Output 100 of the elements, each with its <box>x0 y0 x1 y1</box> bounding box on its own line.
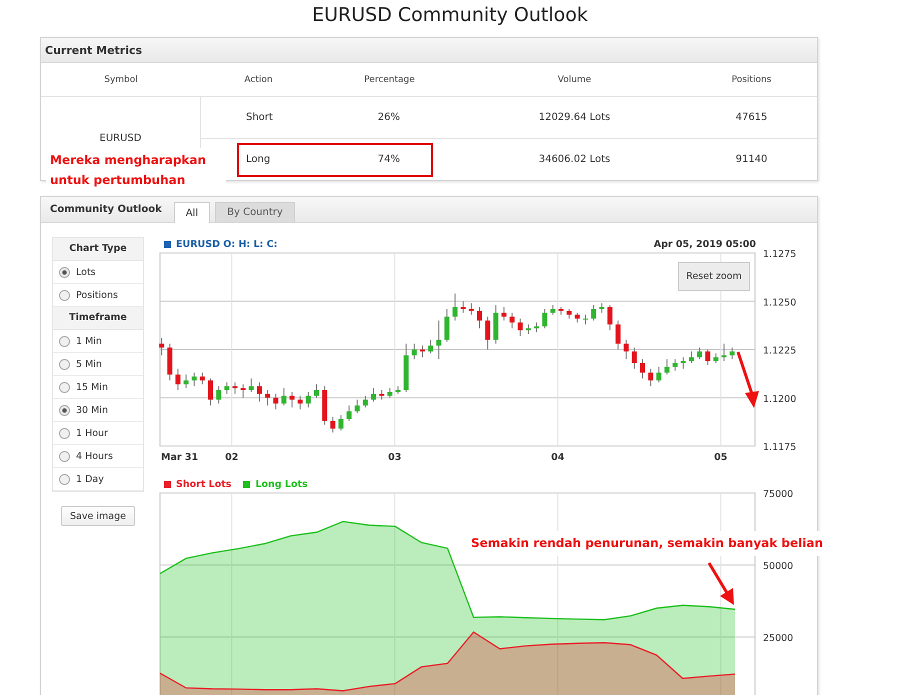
candlestick <box>510 312 515 329</box>
legend-label: EURUSD O: H: L: C: <box>176 238 278 250</box>
radio-option[interactable]: 1 Day <box>53 468 143 491</box>
axis-tick-label: 1.1225 <box>763 346 796 356</box>
candlestick <box>672 358 678 372</box>
symbol-cell: EURUSD <box>100 133 142 144</box>
radio-button[interactable] <box>59 450 70 462</box>
radio-button[interactable] <box>59 290 70 300</box>
radio-button[interactable] <box>59 358 70 370</box>
candlestick <box>632 347 637 370</box>
candlestick <box>290 391 295 408</box>
candlestick <box>444 308 450 342</box>
radio-button[interactable] <box>59 266 70 278</box>
radio-option[interactable]: 15 Min <box>53 376 143 399</box>
candlestick <box>184 374 189 389</box>
candlestick <box>688 350 694 364</box>
candlestick <box>224 382 230 394</box>
candlestick <box>273 393 278 410</box>
candlestick <box>387 388 392 398</box>
page-title: EURUSD Community Outlook <box>311 3 589 28</box>
radio-option[interactable]: 1 Hour <box>53 422 143 445</box>
candlestick <box>607 304 612 331</box>
candlestick <box>697 347 702 360</box>
candlestick <box>200 372 205 385</box>
percentage-cell-text: 26% <box>378 112 401 123</box>
candlestick <box>591 304 596 322</box>
candlestick <box>256 382 262 402</box>
candlestick <box>713 352 718 364</box>
axis-tick-label: 1.1250 <box>763 297 796 308</box>
candlestick <box>175 368 180 391</box>
radio-option[interactable]: 5 Min <box>53 353 143 376</box>
radio-option[interactable]: 30 Min <box>53 399 143 422</box>
candlestick <box>192 372 197 387</box>
candlestick <box>216 386 222 404</box>
candlestick <box>616 320 621 350</box>
column-header: Positions <box>732 74 772 84</box>
tab[interactable]: All <box>174 202 210 223</box>
axis-tick-label: 05 <box>714 452 728 463</box>
radio-option[interactable]: 1 Min <box>53 330 143 353</box>
candlestick <box>240 384 246 398</box>
candlestick <box>298 395 303 410</box>
axis-tick-label: 02 <box>225 452 238 463</box>
candlestick <box>412 343 417 360</box>
candlestick <box>159 337 164 356</box>
tab[interactable]: By Country <box>215 202 295 222</box>
column-header: Percentage <box>364 74 415 84</box>
candlestick <box>330 416 336 433</box>
axis-tick-label: 75000 <box>763 489 794 500</box>
reset-zoom-button[interactable]: Reset zoom <box>678 262 750 291</box>
candlestick <box>680 356 686 370</box>
radio-button[interactable] <box>59 474 70 484</box>
candlestick <box>232 382 238 394</box>
candlestick <box>428 339 434 354</box>
annotation-arrow-icon <box>736 351 760 409</box>
panel-title: Community Outlook <box>49 204 163 215</box>
candlestick <box>468 302 474 316</box>
axis-tick-label: 03 <box>388 452 402 463</box>
radio-option[interactable]: Lots <box>53 261 143 284</box>
panel-title: Current Metrics <box>45 44 142 56</box>
candlestick <box>550 304 556 316</box>
candlestick <box>477 306 482 329</box>
timestamp: Apr 05, 2019 05:00 <box>654 238 756 250</box>
axis-tick-label: 50000 <box>763 560 794 572</box>
positions-cell: 47615 <box>736 112 768 123</box>
axis-tick-label: 25000 <box>763 632 794 644</box>
candlestick <box>306 391 311 408</box>
candlestick <box>208 378 214 406</box>
candlestick <box>656 366 662 383</box>
candlestick <box>436 320 442 360</box>
candlestick <box>648 368 654 387</box>
save-image-button[interactable]: Save image <box>61 506 135 526</box>
radio-button[interactable] <box>59 404 70 416</box>
candlestick <box>730 347 735 360</box>
candlestick <box>664 358 670 376</box>
candlestick <box>452 293 458 322</box>
radio-option[interactable]: 4 Hours <box>53 445 143 468</box>
candlestick <box>379 390 384 400</box>
axis-tick-label: 04 <box>551 452 564 463</box>
section-heading: Chart Type <box>53 238 143 261</box>
candlestick <box>265 390 270 406</box>
axis-tick-label: 1.1275 <box>763 249 796 260</box>
volume-cell: 34606.02 Lots <box>538 154 610 165</box>
candlestick <box>314 384 319 398</box>
candlestick <box>501 306 506 322</box>
candlestick <box>248 378 254 392</box>
annotation-arrow-icon <box>705 560 735 606</box>
action-cell-text: Short <box>245 112 273 123</box>
axis-tick-label: 1.1200 <box>763 394 796 405</box>
candlestick <box>574 312 580 323</box>
candlestick <box>281 388 286 406</box>
positions-cell: 91140 <box>736 154 768 165</box>
candlestick <box>705 349 710 366</box>
candlestick <box>599 302 604 314</box>
legend-label: Short Lots <box>176 478 232 490</box>
radio-button[interactable] <box>59 428 70 438</box>
radio-button[interactable] <box>59 382 70 392</box>
column-header: Volume <box>558 74 592 84</box>
column-header: Symbol <box>104 74 138 84</box>
candlestick <box>542 308 548 329</box>
radio-button[interactable] <box>59 336 70 346</box>
